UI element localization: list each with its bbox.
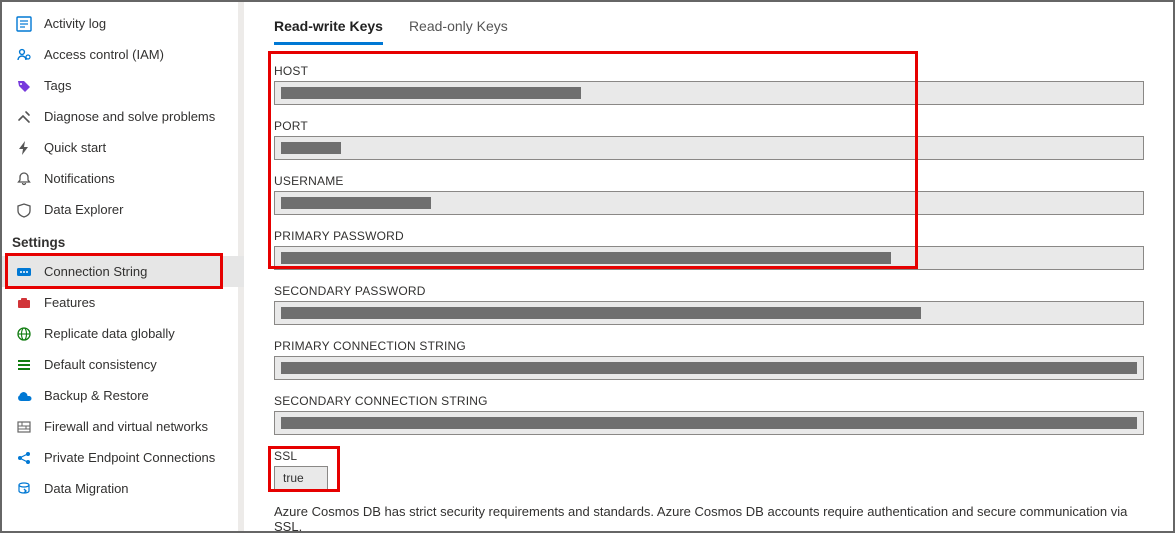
sidebar-item-notifications[interactable]: Notifications <box>2 163 244 194</box>
sidebar-item-data-explorer[interactable]: Data Explorer <box>2 194 244 225</box>
sidebar-item-label: Data Migration <box>44 481 129 496</box>
sidebar-item-diagnose-and-solve-problems[interactable]: Diagnose and solve problems <box>2 101 244 132</box>
sidebar-item-label: Default consistency <box>44 357 157 372</box>
input-host[interactable] <box>274 81 1144 105</box>
sidebar: Activity log Access control (IAM) Tags Diag… <box>2 2 244 531</box>
sidebar-item-label: Features <box>44 295 95 310</box>
field-ssl: SSL true <box>274 449 1144 490</box>
sidebar-item-connection-string[interactable]: Connection String <box>2 256 244 287</box>
sidebar-item-access-control-iam[interactable]: Access control (IAM) <box>2 39 244 70</box>
connection-string-icon <box>16 264 32 280</box>
sidebar-item-private-endpoint-connections[interactable]: Private Endpoint Connections <box>2 442 244 473</box>
sidebar-item-label: Backup & Restore <box>44 388 149 403</box>
label-primary-password: PRIMARY PASSWORD <box>274 229 1144 243</box>
sidebar-item-label: Data Explorer <box>44 202 123 217</box>
sidebar-item-backup-restore[interactable]: Backup & Restore <box>2 380 244 411</box>
activity-log-icon <box>16 16 32 32</box>
input-primary-password[interactable] <box>274 246 1144 270</box>
sidebar-item-data-migration[interactable]: Data Migration <box>2 473 244 504</box>
field-secondary-connection-string: SECONDARY CONNECTION STRING <box>274 394 1144 435</box>
sidebar-item-replicate-data-globally[interactable]: Replicate data globally <box>2 318 244 349</box>
field-primary-password: PRIMARY PASSWORD <box>274 229 1144 270</box>
sidebar-item-features[interactable]: Features <box>2 287 244 318</box>
endpoint-icon <box>16 450 32 466</box>
footer-note: Azure Cosmos DB has strict security requ… <box>274 504 1144 531</box>
sidebar-item-label: Private Endpoint Connections <box>44 450 215 465</box>
sidebar-item-tags[interactable]: Tags <box>2 70 244 101</box>
diagnose-icon <box>16 109 32 125</box>
input-secondary-connection-string[interactable] <box>274 411 1144 435</box>
tabs: Read-write Keys Read-only Keys <box>274 12 1173 46</box>
notifications-icon <box>16 171 32 187</box>
input-port[interactable] <box>274 136 1144 160</box>
input-secondary-password[interactable] <box>274 301 1144 325</box>
sidebar-item-label: Tags <box>44 78 71 93</box>
field-secondary-password: SECONDARY PASSWORD <box>274 284 1144 325</box>
sidebar-item-label: Diagnose and solve problems <box>44 109 215 124</box>
sidebar-item-activity-log[interactable]: Activity log <box>2 8 244 39</box>
backup-icon <box>16 388 32 404</box>
sidebar-item-firewall-and-virtual-networks[interactable]: Firewall and virtual networks <box>2 411 244 442</box>
data-explorer-icon <box>16 202 32 218</box>
sidebar-item-default-consistency[interactable]: Default consistency <box>2 349 244 380</box>
access-control-icon <box>16 47 32 63</box>
label-username: USERNAME <box>274 174 1144 188</box>
field-port: PORT <box>274 119 1144 160</box>
main-panel: Read-write Keys Read-only Keys HOST PORT… <box>244 2 1173 531</box>
consistency-icon <box>16 357 32 373</box>
firewall-icon <box>16 419 32 435</box>
field-username: USERNAME <box>274 174 1144 215</box>
quick-start-icon <box>16 140 32 156</box>
tags-icon <box>16 78 32 94</box>
input-primary-connection-string[interactable] <box>274 356 1144 380</box>
migration-icon <box>16 481 32 497</box>
features-icon <box>16 295 32 311</box>
label-host: HOST <box>274 64 1144 78</box>
sidebar-item-label: Access control (IAM) <box>44 47 164 62</box>
input-username[interactable] <box>274 191 1144 215</box>
label-secondary-password: SECONDARY PASSWORD <box>274 284 1144 298</box>
label-ssl: SSL <box>274 449 1144 463</box>
sidebar-section-settings: Settings <box>2 225 244 256</box>
tab-read-write-keys[interactable]: Read-write Keys <box>274 12 383 45</box>
sidebar-item-label: Activity log <box>44 16 106 31</box>
label-secondary-connection-string: SECONDARY CONNECTION STRING <box>274 394 1144 408</box>
sidebar-item-label: Replicate data globally <box>44 326 175 341</box>
sidebar-item-quick-start[interactable]: Quick start <box>2 132 244 163</box>
field-host: HOST <box>274 64 1144 105</box>
globe-icon <box>16 326 32 342</box>
label-port: PORT <box>274 119 1144 133</box>
tab-read-only-keys[interactable]: Read-only Keys <box>409 12 508 45</box>
input-ssl[interactable]: true <box>274 466 328 490</box>
sidebar-item-label: Connection String <box>44 264 147 279</box>
sidebar-item-label: Quick start <box>44 140 106 155</box>
field-primary-connection-string: PRIMARY CONNECTION STRING <box>274 339 1144 380</box>
label-primary-connection-string: PRIMARY CONNECTION STRING <box>274 339 1144 353</box>
sidebar-item-label: Firewall and virtual networks <box>44 419 208 434</box>
sidebar-item-label: Notifications <box>44 171 115 186</box>
